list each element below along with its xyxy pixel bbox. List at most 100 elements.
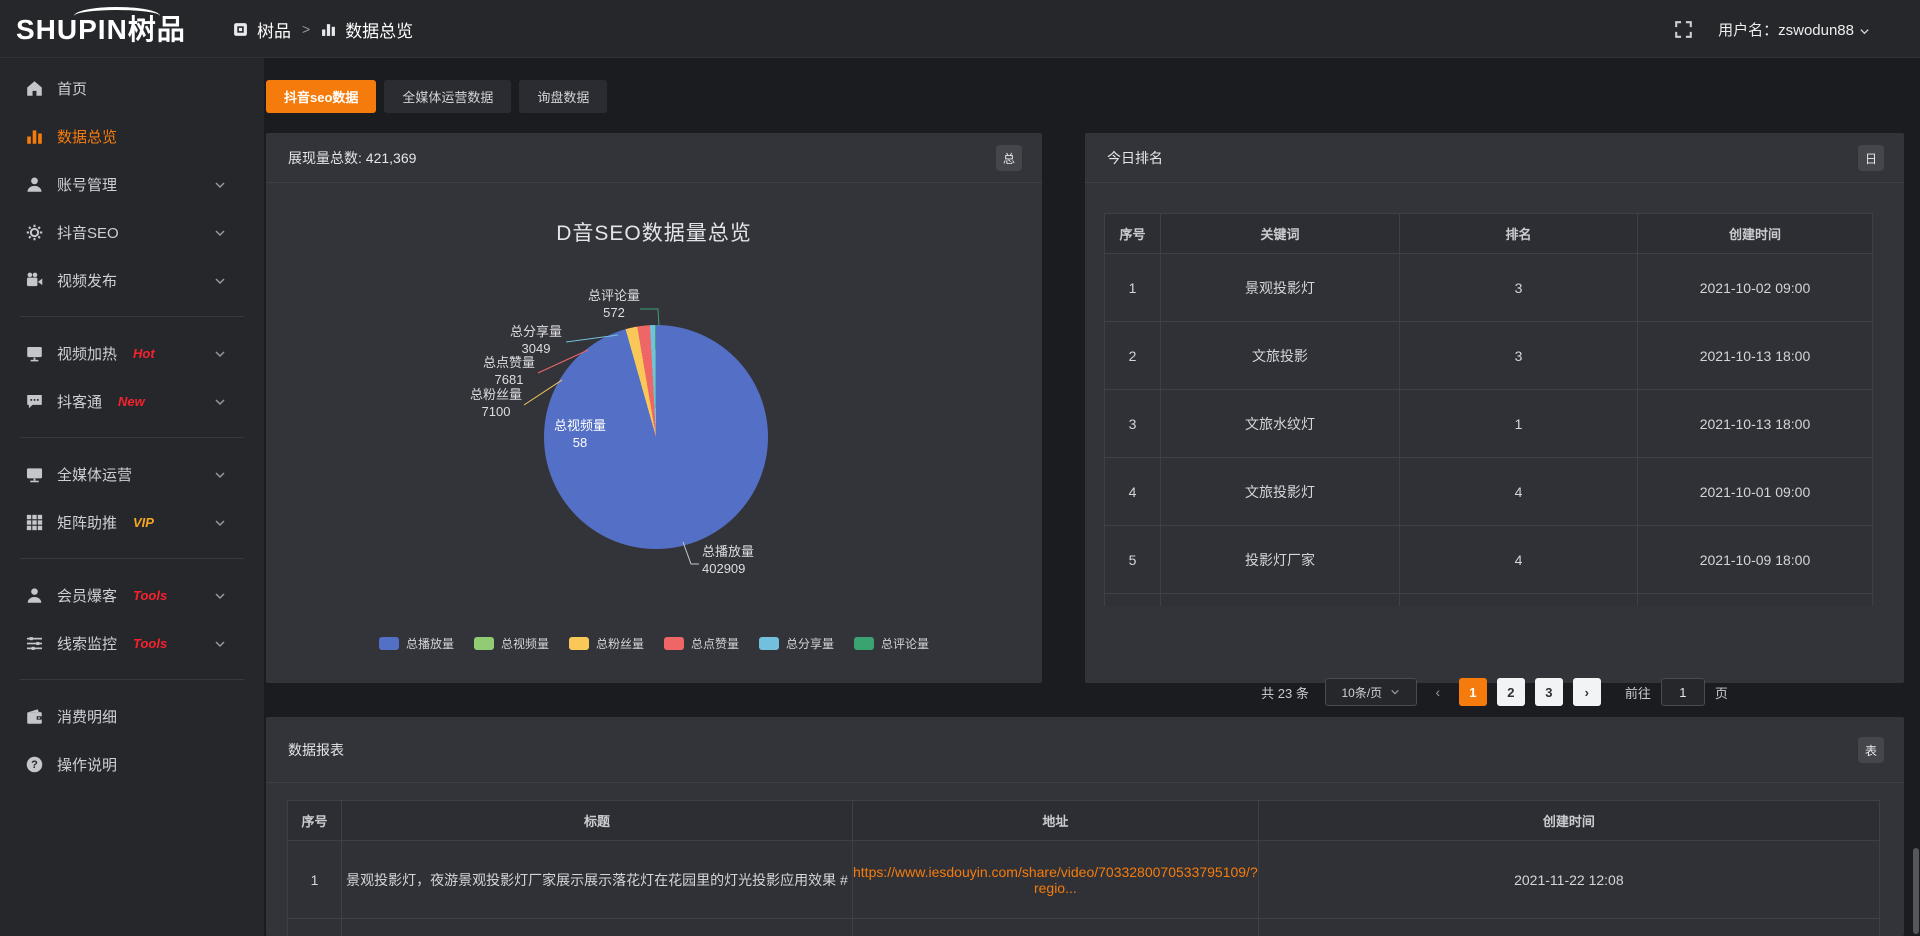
sidebar-badge: New <box>118 394 145 409</box>
sidebar-item-10[interactable]: 会员爆客Tools <box>0 571 264 619</box>
ranking-cell: 2021-10-09 18:00 <box>1638 526 1873 594</box>
sidebar-item-7[interactable]: 抖客通 New <box>0 377 264 425</box>
goto-label: 前往 <box>1625 683 1651 702</box>
report-created-cell: 2021-11-22 12:08 <box>1258 841 1879 919</box>
sidebar-item-4[interactable]: 抖音SEO <box>0 208 264 256</box>
username-label: 用户名：zswodun88 <box>1718 19 1854 40</box>
legend-item[interactable]: 总粉丝量 <box>569 635 644 652</box>
question-icon: ? <box>26 756 43 773</box>
legend-swatch <box>854 637 874 650</box>
report-title-cell: 景观投影灯，夜游景观投影灯厂家展示展示落花灯在花园里的灯光投影应用效果 # <box>342 841 853 919</box>
pie-label-fans: 总粉丝量7100 <box>448 386 544 420</box>
next-page-button[interactable]: › <box>1573 678 1601 706</box>
chat-icon <box>26 393 43 410</box>
tab-douyin-seo-data[interactable]: 抖音seo数据 <box>266 80 376 113</box>
tab-inquiry-data[interactable]: 询盘数据 <box>519 80 607 113</box>
sidebar-item-3[interactable]: 账号管理 <box>0 160 264 208</box>
pie-label-plays: 总播放量402909 <box>702 543 822 577</box>
chevron-down-icon <box>214 589 226 601</box>
sidebar-item-11[interactable]: 线索监控 Tools <box>0 619 264 667</box>
gear-icon <box>26 224 43 241</box>
sidebar-badge: Tools <box>133 588 167 603</box>
sidebar-item-9[interactable]: 矩阵助推VIP <box>0 498 264 546</box>
user-menu[interactable]: 用户名：zswodun88 <box>1718 19 1870 40</box>
legend-label: 总粉丝量 <box>596 635 644 652</box>
ranking-column-header: 排名 <box>1400 214 1638 254</box>
top-header: SHUPIN树品 树品 > 数据总览 用户名：zswodun88 <box>0 0 1920 58</box>
legend-label: 总点赞量 <box>691 635 739 652</box>
chart-panel-body: D音SEO数据量总览 总评论量572 总分享量3049 总点赞量7681 总粉丝… <box>266 183 1042 683</box>
sidebar-item-1[interactable]: 首页 <box>0 64 264 112</box>
ranking-cell: 文旅投影灯 <box>1161 458 1400 526</box>
fullscreen-icon[interactable] <box>1675 21 1692 38</box>
sidebar-item-label: 全媒体运营 <box>57 464 132 485</box>
prev-page-button[interactable]: ‹ <box>1427 684 1449 700</box>
brand-logo: SHUPIN树品 <box>16 10 248 50</box>
ranking-cell: 2021-10-13 18:00 <box>1638 390 1873 458</box>
breadcrumb-home-icon <box>233 22 248 37</box>
pie-chart-title: D音SEO数据量总览 <box>266 217 1042 247</box>
sidebar-item-2[interactable]: 数据总览 <box>0 112 264 160</box>
pie-label-likes: 总点赞量7681 <box>461 354 557 388</box>
report-table-head: 序号标题地址创建时间 <box>288 801 1880 841</box>
legend-swatch <box>759 637 779 650</box>
page-size-select[interactable]: 10条/页 <box>1325 678 1417 706</box>
report-table-body: 1景观投影灯，夜游景观投影灯厂家展示展示落花灯在花园里的灯光投影应用效果 #ht… <box>288 841 1880 936</box>
page-button-2[interactable]: 2 <box>1497 678 1525 706</box>
chevron-down-icon <box>214 395 226 407</box>
ranking-table: 序号关键词排名创建时间 1景观投影灯32021-10-02 09:002文旅投影… <box>1104 213 1873 606</box>
daily-view-button[interactable]: 日 <box>1858 145 1884 171</box>
ranking-cell: 2021-10-02 09:00 <box>1638 254 1873 322</box>
ranking-pagination: 共 23 条 10条/页 ‹ 123 › 前往 页 <box>1085 678 1904 706</box>
report-video-link[interactable]: https://www.iesdouyin.com/share/video/70… <box>853 864 1258 896</box>
sidebar-badge: Tools <box>133 636 167 651</box>
sidebar-divider <box>20 679 244 680</box>
sidebar-item-label: 操作说明 <box>57 754 117 775</box>
sidebar-item-6[interactable]: 视频加热Hot <box>0 329 264 377</box>
report-panel-body: 序号标题地址创建时间 1景观投影灯，夜游景观投影灯厂家展示展示落花灯在花园里的灯… <box>266 783 1904 936</box>
legend-label: 总分享量 <box>786 635 834 652</box>
chevron-down-icon <box>214 347 226 359</box>
page-scrollbar[interactable] <box>1913 848 1919 934</box>
legend-item[interactable]: 总评论量 <box>854 635 929 652</box>
sidebar-item-5[interactable]: 视频发布 <box>0 256 264 304</box>
app-root: SHUPIN树品 树品 > 数据总览 用户名：zswodun88 <box>0 0 1920 936</box>
home-icon <box>26 80 43 97</box>
ranking-cell: 3 <box>1400 322 1638 390</box>
legend-item[interactable]: 总视频量 <box>474 635 549 652</box>
chevron-down-icon <box>214 637 226 649</box>
sliders-icon <box>26 635 43 652</box>
page-button-3[interactable]: 3 <box>1535 678 1563 706</box>
legend-item[interactable]: 总播放量 <box>379 635 454 652</box>
ranking-column-header: 创建时间 <box>1638 214 1873 254</box>
report-column-header: 序号 <box>288 801 342 841</box>
table-view-button[interactable]: 表 <box>1858 737 1884 763</box>
breadcrumb-chart-icon <box>321 22 336 37</box>
total-view-button[interactable]: 总 <box>996 145 1022 171</box>
ranking-cell: 3 <box>1400 254 1638 322</box>
breadcrumb-item-root[interactable]: 树品 <box>257 17 291 42</box>
goto-unit: 页 <box>1715 683 1728 702</box>
sidebar-item-label: 线索监控 <box>57 633 117 654</box>
sidebar-item-12[interactable]: 消费明细 <box>0 692 264 740</box>
sidebar-item-label: 抖客通 <box>57 391 102 412</box>
ranking-cell: 2 <box>1105 322 1161 390</box>
legend-item[interactable]: 总点赞量 <box>664 635 739 652</box>
sidebar-item-label: 数据总览 <box>57 126 117 147</box>
today-ranking-panel: 今日排名 日 序号关键词排名创建时间 1景观投影灯32021-10-02 09:… <box>1085 133 1904 683</box>
ranking-table-row: 2文旅投影32021-10-13 18:00 <box>1105 322 1873 390</box>
sidebar-divider <box>20 437 244 438</box>
sidebar-item-13[interactable]: ? 操作说明 <box>0 740 264 788</box>
ranking-cell: 4 <box>1400 458 1638 526</box>
report-column-header: 标题 <box>342 801 853 841</box>
tab-media-operation-data[interactable]: 全媒体运营数据 <box>384 80 511 113</box>
chevron-down-icon <box>214 516 226 528</box>
user-icon <box>26 176 43 193</box>
legend-item[interactable]: 总分享量 <box>759 635 834 652</box>
goto-page-input[interactable] <box>1661 678 1705 706</box>
ranking-cell: 2021-10-13 18:00 <box>1638 322 1873 390</box>
sidebar-item-label: 视频发布 <box>57 270 117 291</box>
report-url-cell: https://www.iesdouyin.com/share/video/70… <box>853 841 1259 919</box>
sidebar-item-8[interactable]: 全媒体运营 <box>0 450 264 498</box>
page-button-1[interactable]: 1 <box>1459 678 1487 706</box>
